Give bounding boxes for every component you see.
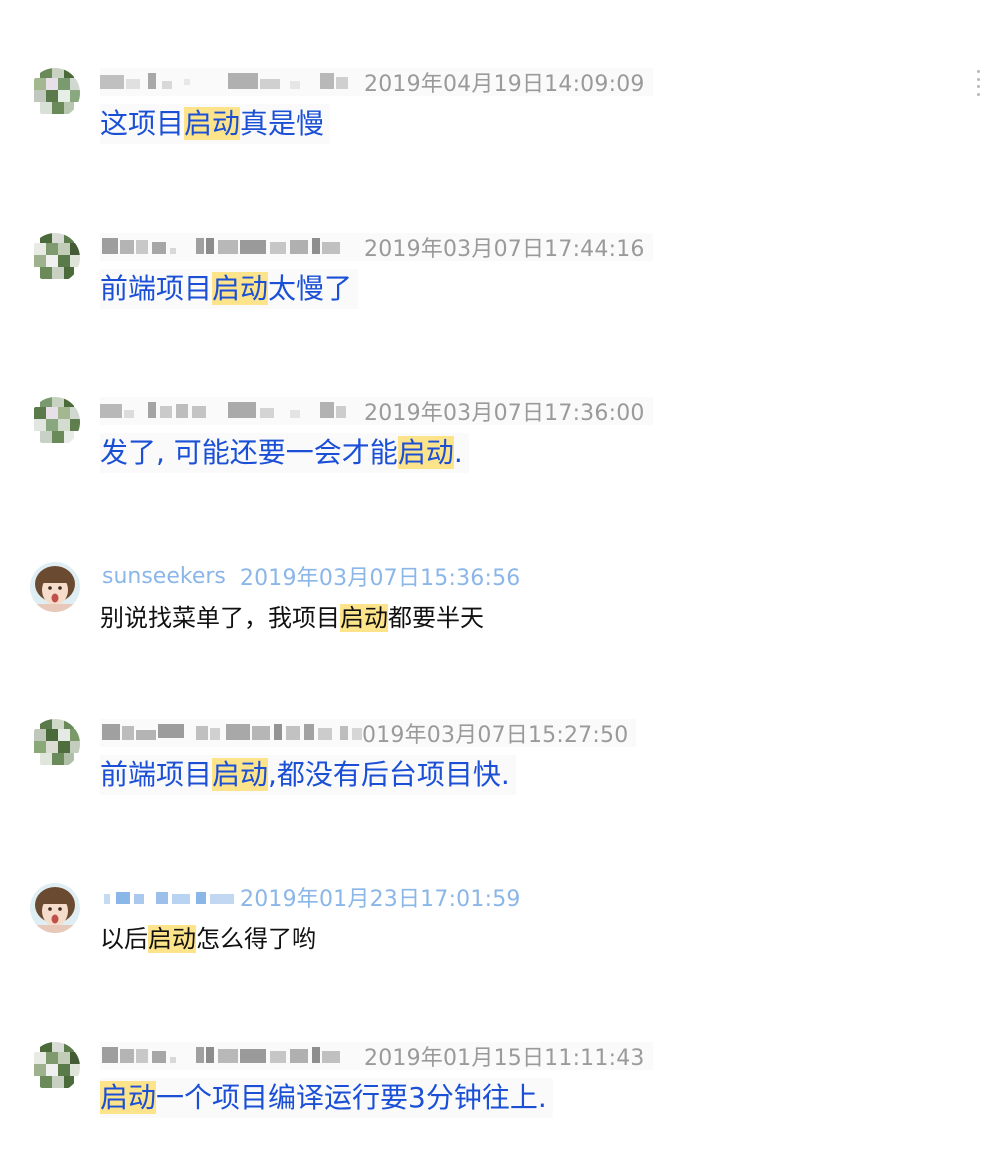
message-text-before: 前端项目 bbox=[100, 758, 213, 791]
message-text-before: 前端项目 bbox=[100, 272, 213, 305]
message-item: 2019年03月07日17:36:00 发了, 可能还要一会才能启动. bbox=[0, 397, 960, 487]
highlighted-keyword: 启动 bbox=[212, 272, 269, 305]
message-timestamp: 2019年03月07日17:36:00 bbox=[364, 401, 645, 426]
message-timestamp: 2019年03月07日17:44:16 bbox=[364, 237, 645, 262]
avatar[interactable] bbox=[30, 68, 80, 118]
message-text-after: ,都没有后台项目快. bbox=[268, 758, 510, 791]
highlighted-keyword: 启动 bbox=[397, 436, 454, 469]
message-text-before: 以后 bbox=[100, 925, 148, 953]
message-text: 前端项目启动,都没有后台项目快. bbox=[100, 755, 516, 795]
sender-name-blurred[interactable] bbox=[100, 720, 362, 746]
highlighted-keyword: 启动 bbox=[100, 1081, 157, 1114]
message-timestamp: 019年03月07日15:27:50 bbox=[362, 723, 629, 748]
message-item: 019年03月07日15:27:50 前端项目启动,都没有后台项目快. bbox=[0, 719, 960, 809]
message-text-after: 都要半天 bbox=[388, 604, 484, 632]
message-meta: 2019年01月23日17:01:59 bbox=[100, 883, 529, 912]
avatar[interactable] bbox=[30, 562, 80, 612]
avatar[interactable] bbox=[30, 233, 80, 283]
sender-name-blurred[interactable] bbox=[100, 1043, 350, 1069]
message-text-after: 太慢了 bbox=[268, 272, 353, 305]
avatar[interactable] bbox=[30, 397, 80, 447]
message-item: 2019年01月23日17:01:59 以后启动怎么得了哟 bbox=[0, 883, 960, 973]
message-meta: 2019年01月15日11:11:43 bbox=[100, 1042, 653, 1071]
message-text: 以后启动怎么得了哟 bbox=[100, 919, 322, 959]
message-text-after: . bbox=[453, 436, 463, 469]
message-text: 发了, 可能还要一会才能启动. bbox=[100, 433, 469, 473]
more-vertical-icon[interactable] bbox=[974, 70, 982, 96]
message-item: 2019年03月07日17:44:16 前端项目启动太慢了 bbox=[0, 233, 960, 323]
sender-name-blurred[interactable] bbox=[100, 398, 350, 424]
message-timestamp: 2019年01月23日17:01:59 bbox=[240, 887, 521, 912]
message-text-after: 一个项目编译运行要3分钟往上. bbox=[156, 1081, 547, 1114]
message-item: 2019年04月19日14:09:09 这项目启动真是慢 bbox=[0, 68, 960, 158]
message-text: 这项目启动真是慢 bbox=[100, 104, 331, 144]
avatar[interactable] bbox=[30, 1042, 80, 1092]
message-text: 启动一个项目编译运行要3分钟往上. bbox=[100, 1078, 553, 1118]
message-meta: 2019年03月07日17:44:16 bbox=[100, 233, 653, 262]
message-timestamp: 2019年03月07日15:36:56 bbox=[239, 566, 521, 591]
message-meta: sunseekers 2019年03月07日15:36:56 bbox=[100, 562, 528, 592]
sender-name-blurred[interactable] bbox=[100, 234, 350, 260]
message-meta: 019年03月07日15:27:50 bbox=[100, 719, 637, 748]
message-item: 2019年01月15日11:11:43 启动一个项目编译运行要3分钟往上. bbox=[0, 1042, 960, 1132]
message-meta: 2019年03月07日17:36:00 bbox=[100, 397, 653, 426]
avatar[interactable] bbox=[30, 719, 80, 769]
highlighted-keyword: 启动 bbox=[184, 107, 241, 140]
sender-name-blurred[interactable] bbox=[100, 69, 350, 95]
highlighted-keyword: 启动 bbox=[340, 604, 388, 632]
sender-name-blurred[interactable] bbox=[100, 884, 240, 910]
message-text: 前端项目启动太慢了 bbox=[100, 269, 359, 309]
message-text-before: 别说找菜单了，我项目 bbox=[100, 604, 340, 632]
avatar[interactable] bbox=[30, 883, 80, 933]
sender-name[interactable]: sunseekers bbox=[100, 564, 240, 589]
message-text-after: 怎么得了哟 bbox=[196, 925, 316, 953]
message-meta: 2019年04月19日14:09:09 bbox=[100, 68, 653, 97]
message-text: 别说找菜单了，我项目启动都要半天 bbox=[100, 598, 490, 638]
message-item: sunseekers 2019年03月07日15:36:56 别说找菜单了，我项… bbox=[0, 562, 960, 652]
message-text-after: 真是慢 bbox=[240, 107, 325, 140]
message-text-before: 这项目 bbox=[100, 107, 185, 140]
message-text-before: 发了, 可能还要一会才能 bbox=[100, 436, 398, 469]
highlighted-keyword: 启动 bbox=[212, 758, 269, 791]
highlighted-keyword: 启动 bbox=[148, 925, 196, 953]
message-timestamp: 2019年04月19日14:09:09 bbox=[364, 72, 645, 97]
message-timestamp: 2019年01月15日11:11:43 bbox=[364, 1046, 645, 1071]
